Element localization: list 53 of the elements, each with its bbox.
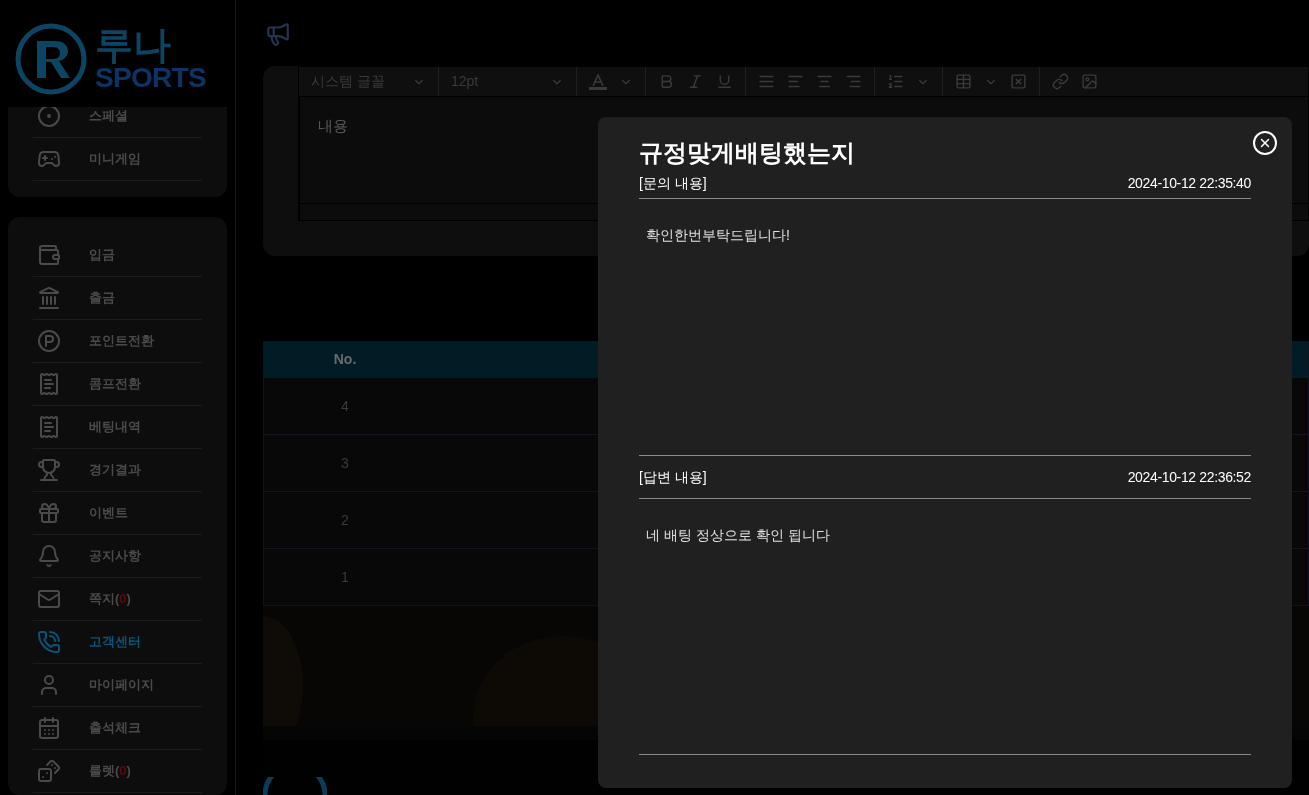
sidebar-item[interactable]: 스페셜 (33, 107, 202, 138)
wallet-icon (37, 243, 61, 267)
link-icon[interactable] (1052, 73, 1069, 90)
numbered-list-icon[interactable] (887, 73, 904, 90)
sidebar-item[interactable]: 공지사항 (33, 535, 202, 578)
sidebar-item[interactable]: 룰렛(0) (33, 750, 202, 793)
sidebar-item[interactable]: 콤프전환 (33, 363, 202, 406)
image-icon[interactable] (1081, 73, 1098, 90)
bell-icon (37, 544, 61, 568)
date-text: 2024-10-12 22:36:52 (1127, 467, 1251, 487)
mail-icon (37, 587, 61, 611)
sidebar-item[interactable]: 출금 (33, 277, 202, 320)
underline-icon[interactable] (716, 73, 733, 90)
megaphone-icon (265, 20, 291, 47)
bank-icon (37, 286, 61, 310)
logo-title: 루나 (95, 25, 172, 64)
date-text: 2024-10-12 22:35:40 (1127, 174, 1251, 193)
dialog-title: 규정맞게배팅했는지 (639, 138, 856, 168)
sidebar-item[interactable]: 이벤트 (33, 492, 202, 535)
table-icon[interactable] (955, 73, 972, 90)
close-icon (1258, 136, 1272, 150)
align-right-icon[interactable] (845, 73, 862, 90)
gift-icon (37, 501, 61, 525)
logo-subtitle: SPORTS (95, 63, 206, 92)
phone-icon (37, 630, 61, 654)
close-button[interactable] (1253, 131, 1277, 155)
receipt-icon (37, 415, 61, 439)
sidebar-item[interactable]: 마이페이지 (33, 664, 202, 707)
sidebar-item[interactable]: 출석체크 (33, 707, 202, 750)
dice-icon (37, 759, 61, 783)
align-left-icon[interactable] (787, 73, 804, 90)
italic-icon[interactable] (687, 73, 704, 90)
sidebar-item[interactable]: 베팅내역 (33, 406, 202, 449)
sidebar-item[interactable]: 입금 (33, 234, 202, 277)
message-text: 네 배팅 정상으로 확인 됩니다 (639, 499, 1251, 755)
sidebar-item[interactable]: 경기결과 (33, 449, 202, 492)
trophy-icon (37, 458, 61, 482)
sidebar-item[interactable]: 포인트전환 (33, 320, 202, 363)
clear-format-icon[interactable] (1010, 73, 1027, 90)
point-icon (37, 329, 61, 353)
footer-logo-icon (263, 777, 327, 795)
message-text: 확인한번부탁드립니다! (645, 226, 791, 245)
sidebar-item[interactable]: 미니게임 (33, 138, 202, 181)
sidebar-item[interactable]: 고객센터 (33, 621, 202, 664)
column-header: No. (332, 350, 358, 369)
calendar-icon (37, 716, 61, 740)
sidebar-item[interactable]: 쪽지(0) (33, 578, 202, 621)
section-label: [답변 내용] (639, 467, 707, 487)
align-justify-icon[interactable] (758, 73, 775, 90)
align-center-icon[interactable] (816, 73, 833, 90)
logo-icon (15, 22, 87, 95)
section-label: [문의 내용] (639, 174, 707, 193)
receipt-icon (37, 372, 61, 396)
